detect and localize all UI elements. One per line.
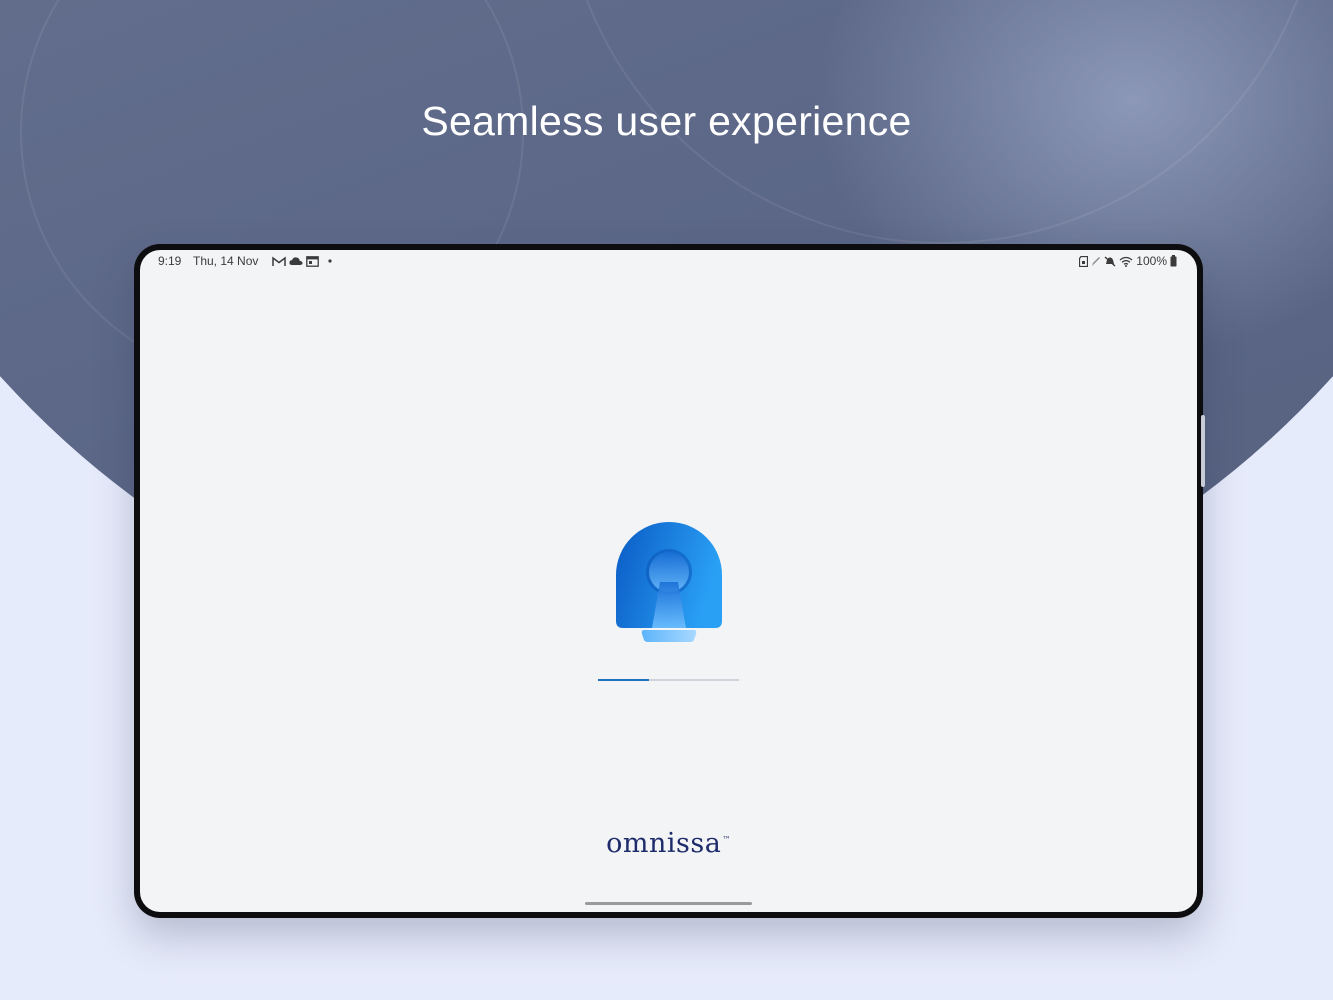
notification-icons bbox=[272, 254, 332, 268]
home-indicator[interactable] bbox=[585, 902, 752, 905]
gmail-icon bbox=[272, 256, 286, 267]
tablet-screen: 9:19 Thu, 14 Nov 100% omnissa™ bbox=[140, 250, 1197, 912]
brand-wordmark: omnissa™ bbox=[140, 828, 1197, 859]
sd-card-icon bbox=[1079, 255, 1089, 267]
status-time: 9:19 bbox=[158, 254, 182, 268]
brand-trademark: ™ bbox=[722, 835, 731, 844]
brand-name: omnissa bbox=[606, 828, 722, 859]
marketing-page: Seamless user experience 9:19 Thu, 14 No… bbox=[0, 0, 1333, 1000]
mute-icon bbox=[1104, 255, 1116, 267]
keyhole-logo-icon bbox=[614, 522, 724, 646]
status-date: Thu, 14 Nov bbox=[193, 254, 259, 268]
cloud-icon bbox=[289, 256, 303, 266]
loading-progress-fill bbox=[598, 679, 649, 681]
loading-progress-bar bbox=[598, 679, 739, 681]
headline: Seamless user experience bbox=[421, 98, 912, 144]
status-bar: 9:19 Thu, 14 Nov 100% bbox=[140, 250, 1197, 274]
battery-icon bbox=[1170, 255, 1177, 267]
calendar-icon bbox=[306, 255, 319, 267]
tablet-side-button bbox=[1201, 415, 1205, 487]
dot-icon bbox=[328, 259, 332, 263]
tablet-frame: 9:19 Thu, 14 Nov 100% omnissa™ bbox=[134, 244, 1203, 918]
battery-percent: 100% bbox=[1136, 254, 1167, 268]
pen-icon bbox=[1091, 256, 1101, 267]
wifi-icon bbox=[1119, 256, 1133, 267]
system-status-icons: 100% bbox=[1079, 254, 1177, 268]
